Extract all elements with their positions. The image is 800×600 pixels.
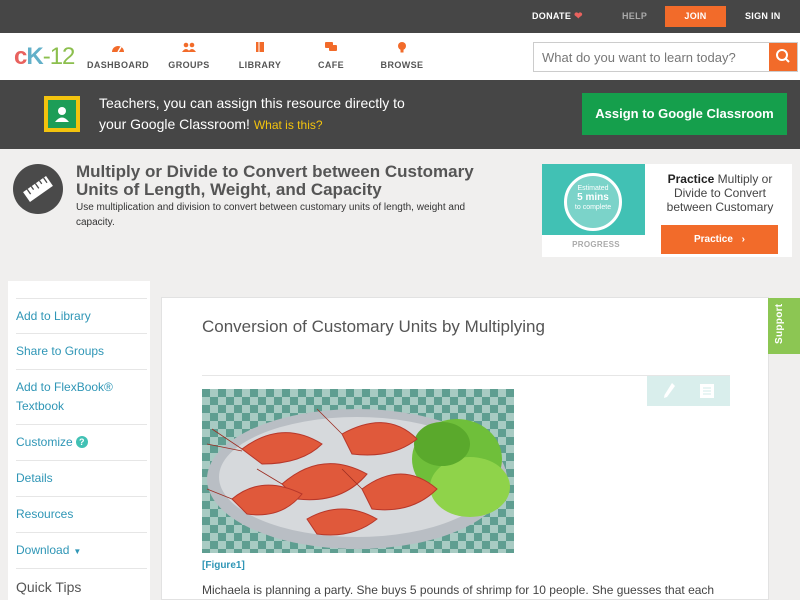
sidebar-item-share-to-groups[interactable]: Share to Groups — [16, 334, 147, 370]
ck12-logo[interactable]: cK-12 — [14, 43, 76, 71]
practice-button-label: Practice — [693, 234, 733, 245]
progress-label: PROGRESS — [572, 240, 620, 249]
estimated-label: Estimated — [577, 185, 609, 192]
sidebar-item-details[interactable]: Details — [16, 461, 147, 497]
nav-groups[interactable]: GROUPS — [154, 41, 224, 70]
main-nav: cK-12 DASHBOARD GROUPS LIBRARY CAFE BROW… — [0, 33, 800, 80]
search-box — [533, 42, 798, 72]
nav-dashboard-label: DASHBOARD — [86, 60, 150, 70]
annotation-toolbar — [647, 376, 730, 406]
estimated-minutes: 5 mins — [577, 192, 609, 203]
sidebar-item-add-to-library[interactable]: Add to Library — [16, 298, 147, 334]
google-classroom-banner: Teachers, you can assign this resource d… — [0, 80, 800, 149]
assign-to-classroom-button[interactable]: Assign to Google Classroom — [582, 93, 787, 135]
to-complete-label: to complete — [574, 204, 612, 211]
shrimp-photo — [202, 389, 514, 553]
search-icon — [776, 49, 790, 63]
question-icon[interactable]: ? — [75, 436, 88, 448]
download-label: Download — [16, 543, 70, 557]
nav-dashboard[interactable]: DASHBOARD — [83, 41, 153, 70]
concept-title: Multiply or Divide to Convert between Cu… — [76, 162, 474, 199]
google-classroom-icon — [44, 96, 80, 132]
logo-k: K — [26, 43, 43, 70]
customize-label: Customize — [16, 435, 73, 449]
support-label: Support — [774, 303, 785, 344]
estimate-text: Estimated 5 mins to complete — [567, 184, 619, 212]
classroom-message: Teachers, you can assign this resource d… — [99, 93, 459, 136]
help-link[interactable]: HELP — [622, 0, 647, 33]
what-is-this-link[interactable]: What is this? — [254, 118, 323, 132]
logo-c: c — [14, 43, 27, 70]
sign-in-link[interactable]: SIGN IN — [745, 0, 781, 33]
lightbulb-icon — [398, 42, 406, 53]
practice-description: Practice Multiply or Divide to Convert b… — [654, 172, 786, 214]
article-body: Michaela is planning a party. She buys 5… — [202, 583, 715, 597]
nav-groups-label: GROUPS — [168, 60, 210, 70]
nav-library-label: LIBRARY — [238, 60, 282, 70]
sidebar-item-add-to-flexbook[interactable]: Add to FlexBook® Textbook — [16, 370, 147, 425]
top-bar: DONATE ❤ HELP JOIN SIGN IN — [0, 0, 800, 33]
donate-link[interactable]: DONATE ❤ — [532, 0, 583, 33]
heart-icon: ❤ — [574, 11, 583, 22]
ruler-icon — [13, 164, 63, 214]
notes-icon[interactable] — [699, 383, 715, 399]
donate-label: DONATE — [532, 11, 572, 21]
join-button[interactable]: JOIN — [665, 6, 726, 27]
support-tab[interactable]: Support — [768, 298, 800, 354]
caret-down-icon: ▼ — [73, 547, 82, 556]
groups-icon — [182, 42, 196, 52]
quick-tips-heading[interactable]: Quick Tips — [16, 579, 81, 595]
figure-caption[interactable]: [Figure1] — [202, 560, 245, 571]
nav-cafe-label: CAFE — [317, 60, 345, 70]
chevron-right-icon: › — [741, 234, 746, 245]
concept-description: Use multiplication and division to conve… — [76, 202, 466, 228]
sidebar: Add to Library Share to Groups Add to Fl… — [8, 281, 150, 600]
library-icon — [256, 42, 264, 52]
search-input[interactable] — [534, 43, 770, 71]
nav-cafe[interactable]: CAFE — [296, 41, 366, 70]
nav-library[interactable]: LIBRARY — [225, 41, 295, 70]
pencil-icon[interactable] — [662, 382, 676, 400]
sidebar-item-download[interactable]: Download ▼ — [16, 533, 147, 569]
cafe-chat-icon — [325, 42, 337, 51]
practice-card: Estimated 5 mins to complete PROGRESS Pr… — [542, 164, 792, 257]
classroom-message-line1: Teachers, you can assign this resource d… — [99, 95, 405, 111]
sidebar-item-resources[interactable]: Resources — [16, 497, 147, 533]
nav-browse-label: BROWSE — [380, 60, 424, 70]
logo-num: 12 — [49, 43, 76, 70]
logo-dash: - — [42, 43, 51, 70]
classroom-message-line2: your Google Classroom! — [99, 116, 250, 132]
practice-bold: Practice — [667, 172, 715, 186]
nav-browse[interactable]: BROWSE — [367, 41, 437, 70]
sidebar-item-customize[interactable]: Customize? — [16, 425, 147, 461]
practice-button[interactable]: Practice › — [661, 225, 778, 254]
dashboard-icon — [112, 46, 124, 53]
search-button[interactable] — [769, 43, 797, 71]
article-title: Conversion of Customary Units by Multipl… — [202, 317, 545, 336]
